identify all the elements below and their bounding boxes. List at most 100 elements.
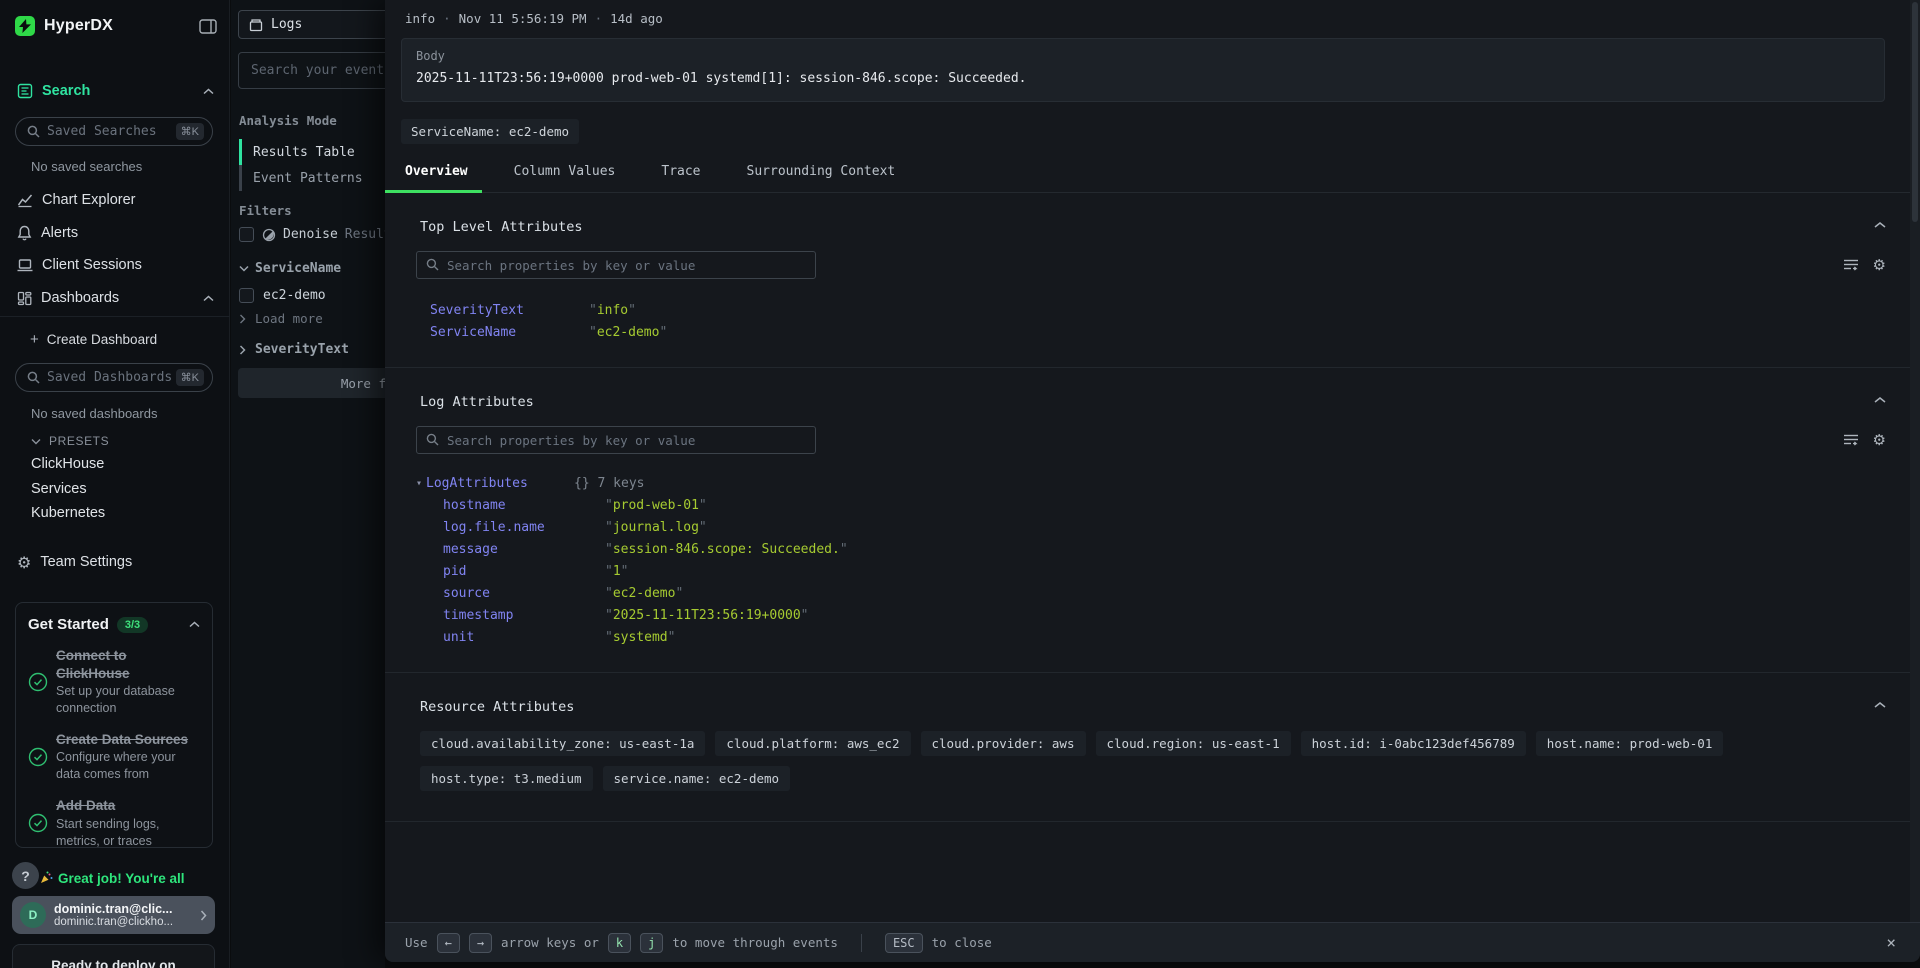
- chevron-up-icon[interactable]: [1874, 701, 1886, 709]
- resource-chip[interactable]: cloud.availability_zone: us-east-1a: [420, 731, 705, 756]
- log-attributes-section: Log Attributes ⚙ ▾ LogAttributes {} 7 ke…: [385, 368, 1910, 673]
- source-selector-button[interactable]: Logs: [238, 10, 385, 39]
- divider: [0, 316, 230, 317]
- get-started-item[interactable]: Create Data Sources Configure where your…: [28, 731, 200, 783]
- chevron-up-icon[interactable]: [203, 88, 214, 95]
- ec2-demo-checkbox[interactable]: [239, 288, 254, 303]
- get-started-card: Get Started 3/3 Connect to ClickHouse Se…: [15, 602, 213, 848]
- attribute-value[interactable]: "prod-web-01": [605, 498, 707, 513]
- attribute-key[interactable]: pid: [443, 564, 605, 579]
- saved-searches-input[interactable]: Saved Searches ⌘K: [15, 117, 213, 146]
- attribute-value[interactable]: "info": [589, 303, 636, 318]
- arrow-right-key: →: [469, 933, 492, 953]
- get-started-item[interactable]: Connect to ClickHouse Set up your databa…: [28, 647, 200, 717]
- attribute-value[interactable]: "systemd": [605, 630, 675, 645]
- attribute-key[interactable]: ServiceName: [430, 325, 589, 340]
- collapse-caret-icon[interactable]: ▾: [416, 478, 422, 489]
- gear-icon[interactable]: ⚙: [1873, 431, 1886, 449]
- sidebar-item-client-sessions[interactable]: Client Sessions: [0, 254, 230, 276]
- attribute-value[interactable]: "journal.log": [605, 520, 707, 535]
- get-started-item[interactable]: Add Data Start sending logs, metrics, or…: [28, 797, 200, 849]
- section-title: Resource Attributes: [420, 699, 1910, 715]
- sidebar-collapse-icon[interactable]: [199, 19, 217, 34]
- severity-text: info: [405, 11, 435, 26]
- attribute-key[interactable]: timestamp: [443, 608, 605, 623]
- attribute-value[interactable]: "1": [605, 564, 628, 579]
- search-icon: [426, 258, 439, 271]
- mode-label: Results Table: [253, 145, 355, 160]
- close-icon[interactable]: ×: [1886, 933, 1896, 952]
- resource-chip[interactable]: cloud.region: us-east-1: [1096, 731, 1291, 756]
- filter-group-severitytext[interactable]: SeverityText: [239, 342, 349, 357]
- presets-toggle[interactable]: PRESETS: [31, 434, 109, 448]
- sidebar-item-alerts[interactable]: Alerts: [0, 222, 230, 244]
- user-menu[interactable]: D dominic.tran@clic... dominic.tran@clic…: [12, 896, 215, 934]
- preset-clickhouse[interactable]: ClickHouse: [31, 456, 104, 472]
- property-search-input[interactable]: [416, 251, 816, 279]
- resource-chip[interactable]: cloud.provider: aws: [921, 731, 1086, 756]
- attribute-value[interactable]: "ec2-demo": [605, 586, 683, 601]
- resource-chip[interactable]: cloud.platform: aws_ec2: [715, 731, 910, 756]
- party-popper-icon: [38, 870, 54, 886]
- sidebar-item-search[interactable]: Search: [0, 80, 230, 102]
- mode-label: Event Patterns: [253, 171, 363, 186]
- attribute-key[interactable]: SeverityText: [430, 303, 589, 318]
- help-button[interactable]: ?: [12, 862, 39, 889]
- footer-text: to move through events: [672, 935, 838, 950]
- sidebar-item-label: Client Sessions: [42, 257, 142, 273]
- attribute-key[interactable]: unit: [443, 630, 605, 645]
- resource-chip[interactable]: host.name: prod-web-01: [1536, 731, 1724, 756]
- mode-results-table[interactable]: Results Table: [239, 139, 385, 165]
- hyperdx-logo-icon: [15, 16, 35, 36]
- chevron-up-icon[interactable]: [203, 295, 214, 302]
- denoise-checkbox[interactable]: [239, 227, 254, 242]
- chevron-up-icon[interactable]: [189, 621, 200, 628]
- resource-chip[interactable]: host.type: t3.medium: [420, 766, 593, 791]
- sidebar-item-dashboards[interactable]: Dashboards: [0, 287, 230, 309]
- create-dashboard-button[interactable]: + Create Dashboard: [30, 331, 157, 348]
- attribute-key[interactable]: source: [443, 586, 605, 601]
- attribute-value[interactable]: "session-846.scope: Succeeded.": [605, 542, 848, 557]
- more-filters-button[interactable]: More filters: [238, 368, 385, 398]
- vertical-scrollbar[interactable]: [1910, 0, 1920, 922]
- chart-icon: [17, 192, 33, 208]
- tab-surrounding-context[interactable]: Surrounding Context: [733, 154, 910, 193]
- tab-trace[interactable]: Trace: [647, 154, 714, 193]
- sidebar-item-chart-explorer[interactable]: Chart Explorer: [0, 189, 230, 211]
- task-title: Add Data: [56, 797, 200, 815]
- attribute-row: ServiceName "ec2-demo": [430, 321, 1910, 343]
- attribute-value[interactable]: "2025-11-11T23:56:19+0000": [605, 608, 809, 623]
- tab-overview[interactable]: Overview: [385, 154, 482, 193]
- attribute-key[interactable]: hostname: [443, 498, 605, 513]
- sidebar-item-team-settings[interactable]: ⚙ Team Settings: [0, 551, 230, 573]
- saved-searches-placeholder: Saved Searches: [47, 124, 157, 139]
- gear-icon[interactable]: ⚙: [1873, 256, 1886, 274]
- resource-chip[interactable]: service.name: ec2-demo: [603, 766, 791, 791]
- sidebar-item-label: Dashboards: [41, 290, 119, 306]
- scrollbar-thumb[interactable]: [1912, 2, 1918, 222]
- filter-group-servicename[interactable]: ServiceName: [239, 261, 341, 276]
- attribute-row: hostname "prod-web-01": [443, 494, 1910, 516]
- event-search-input[interactable]: [238, 52, 385, 89]
- chevron-up-icon[interactable]: [1874, 396, 1886, 404]
- task-subtitle: Configure where your data comes from: [56, 749, 200, 783]
- attribute-value[interactable]: "ec2-demo": [589, 325, 667, 340]
- resource-chip[interactable]: host.id: i-0abc123def456789: [1301, 731, 1526, 756]
- mode-event-patterns[interactable]: Event Patterns: [239, 165, 385, 191]
- service-name-chip[interactable]: ServiceName: ec2-demo: [401, 119, 579, 144]
- deploy-card[interactable]: Ready to deploy on: [12, 944, 215, 968]
- load-more-button[interactable]: Load more: [239, 311, 323, 326]
- wrap-lines-icon[interactable]: [1843, 433, 1859, 447]
- preset-services[interactable]: Services: [31, 481, 87, 497]
- attribute-key[interactable]: message: [443, 542, 605, 557]
- source-selector-label: Logs: [271, 17, 302, 32]
- attribute-key[interactable]: log.file.name: [443, 520, 605, 535]
- k-key: k: [608, 933, 631, 953]
- property-search-input[interactable]: [416, 426, 816, 454]
- tab-column-values[interactable]: Column Values: [500, 154, 630, 193]
- saved-dashboards-input[interactable]: Saved Dashboards ⌘K: [15, 363, 213, 392]
- preset-kubernetes[interactable]: Kubernetes: [31, 505, 105, 521]
- wrap-lines-icon[interactable]: [1843, 258, 1859, 272]
- chevron-up-icon[interactable]: [1874, 221, 1886, 229]
- attribute-key[interactable]: LogAttributes: [426, 476, 574, 491]
